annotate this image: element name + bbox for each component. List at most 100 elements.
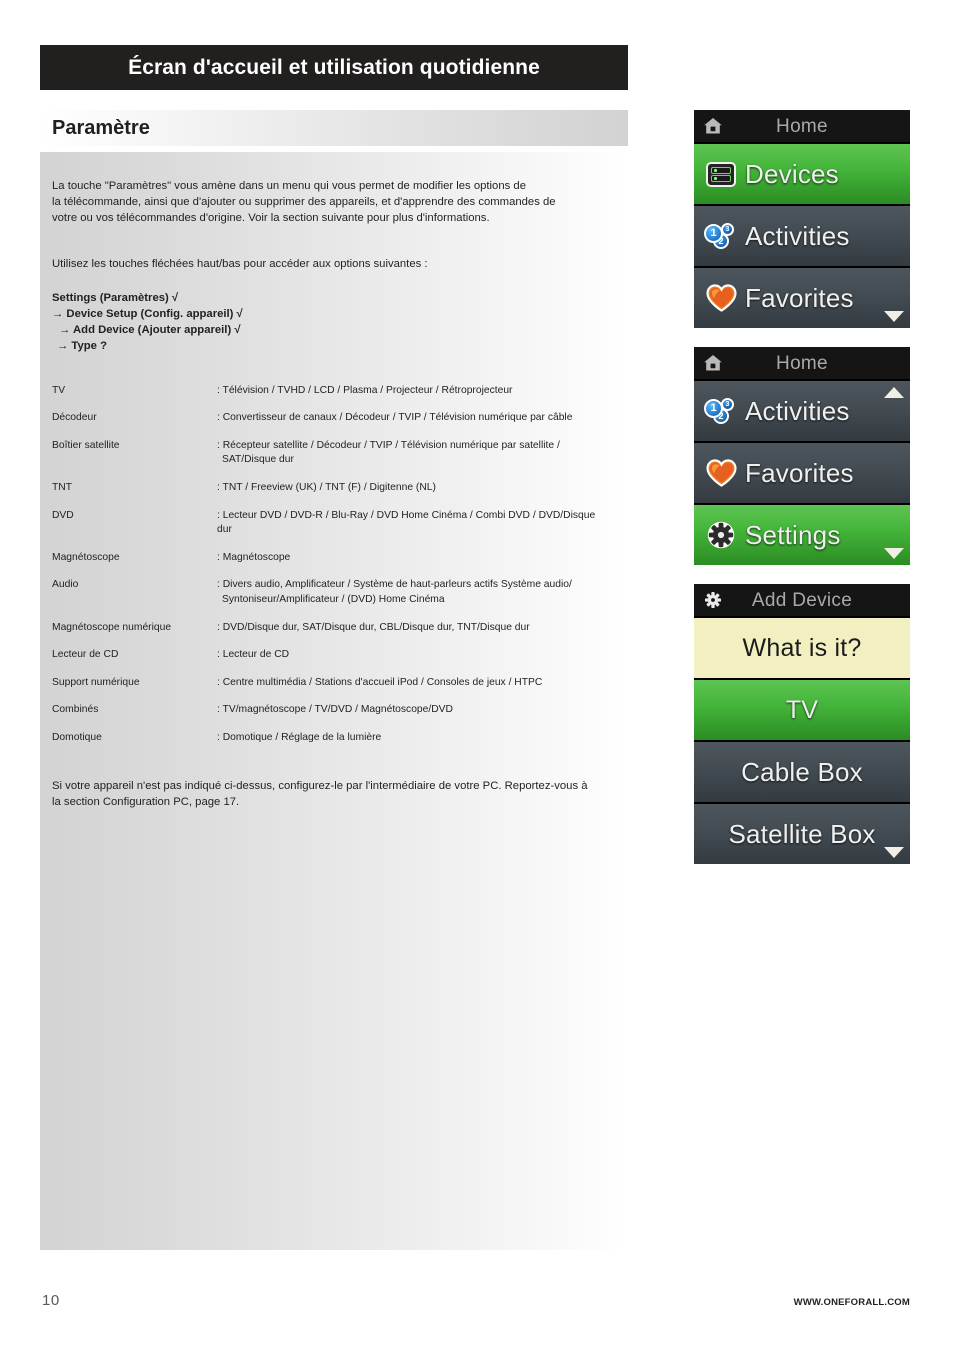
- device-name: TNT: [52, 482, 73, 493]
- page-title-bar: Écran d'accueil et utilisation quotidien…: [40, 45, 628, 90]
- device-name: Lecteur de CD: [52, 649, 119, 661]
- step-item-3: → Add Device (Ajouter appareil) √: [59, 324, 241, 337]
- closing-line-1: Si votre appareil n'est pas indiqué ci-d…: [52, 779, 588, 792]
- scroll-up-arrow-icon[interactable]: [884, 387, 904, 398]
- device-description-line1: : Lecteur de CD: [217, 649, 290, 661]
- screen-row-label: What is it?: [742, 633, 862, 662]
- screen-row-favorites[interactable]: Favorites: [694, 266, 910, 328]
- device-name: Magnétoscope: [52, 551, 120, 563]
- closing-paragraph: Si votre appareil n'est pas indiqué ci-d…: [52, 778, 606, 810]
- step-item-4: → Type ?: [57, 340, 108, 353]
- screen-title: Add Device: [751, 589, 853, 611]
- screen-row-devices[interactable]: Devices: [694, 142, 910, 204]
- step-item-1: Settings (Paramètres) √: [52, 291, 179, 304]
- screen-row-cable-box[interactable]: Cable Box: [694, 740, 910, 802]
- screen-header: Add Device: [694, 584, 910, 616]
- table-row: Domotique : Domotique / Réglage de la lu…: [52, 731, 606, 746]
- device-type-table: TV : Télévision / TVHD / LCD / Plasma / …: [52, 384, 606, 746]
- table-row: Magnétoscope numérique : DVD/Disque dur,…: [52, 621, 606, 649]
- home-icon: [703, 116, 723, 136]
- table-row: TV : Télévision / TVHD / LCD / Plasma / …: [52, 384, 606, 412]
- device-description-line1: : Magnétoscope: [217, 551, 291, 563]
- activity-badge-1: 1: [704, 399, 723, 418]
- gear-icon: [704, 518, 738, 552]
- device-description: : Convertisseur de canaux / Décodeur / T…: [217, 411, 606, 439]
- device-name: TV: [52, 384, 66, 396]
- table-row: Support numérique : Centre multimédia / …: [52, 676, 606, 704]
- device-description-line1: : Convertisseur de canaux / Décodeur / T…: [217, 412, 573, 424]
- home-icon: [703, 353, 723, 373]
- devices-icon: [704, 157, 738, 191]
- scroll-down-arrow-icon[interactable]: [884, 847, 904, 858]
- table-row: TNT : TNT / Freeview (UK) / TNT (F) / Di…: [52, 481, 606, 509]
- intro-paragraph: La touche "Paramètres" vous amène dans u…: [52, 178, 606, 227]
- screen-row-label: Favorites: [745, 283, 854, 313]
- screen-row-prompt: What is it?: [694, 616, 910, 678]
- device-name: Support numérique: [52, 676, 140, 688]
- scroll-down-arrow-icon[interactable]: [884, 548, 904, 559]
- screen-row-tv[interactable]: TV: [694, 678, 910, 740]
- device-description-line1: : TV/magnétoscope / TV/DVD / Magnétoscop…: [217, 704, 453, 716]
- heart-icon: [704, 456, 738, 490]
- device-description: : Télévision / TVHD / LCD / Plasma / Pro…: [217, 384, 606, 412]
- device-description: : Divers audio, Amplificateur / Système …: [217, 578, 606, 620]
- screen-row-satellite-box[interactable]: Satellite Box: [694, 802, 910, 864]
- screen-row-label: Cable Box: [741, 757, 863, 787]
- section-heading: Paramètre: [52, 116, 150, 139]
- screen-row-settings[interactable]: Settings: [694, 503, 910, 565]
- device-description-line2: SAT/Disque dur: [222, 454, 294, 466]
- screen-row-label: Favorites: [745, 458, 854, 488]
- device-description-line1: : Télévision / TVHD / LCD / Plasma / Pro…: [217, 384, 513, 396]
- device-name: Combinés: [52, 704, 99, 716]
- intro-line-3: votre ou vos télécommandes d'origine. Vo…: [52, 212, 490, 225]
- activities-icon: 3 2 1: [704, 219, 738, 253]
- device-description-line1: : Domotique / Réglage de la lumière: [217, 731, 382, 743]
- screen-row-label: Settings: [745, 520, 841, 550]
- screen-row-label: Satellite Box: [728, 819, 876, 849]
- screen-title: Home: [776, 115, 828, 137]
- intro-line-2: la télécommande, ainsi que d'ajouter ou …: [52, 196, 556, 209]
- activities-icon: 3 2 1: [704, 394, 738, 428]
- device-description-line1: : Centre multimédia / Stations d'accueil…: [217, 676, 543, 688]
- content-panel: La touche "Paramètres" vous amène dans u…: [40, 152, 628, 1250]
- device-description: : Récepteur satellite / Décodeur / TVIP …: [217, 439, 606, 481]
- screen-row-favorites[interactable]: Favorites: [694, 441, 910, 503]
- device-type-table-body: TV : Télévision / TVHD / LCD / Plasma / …: [52, 384, 606, 746]
- device-description: : Lecteur DVD / DVD-R / Blu-Ray / DVD Ho…: [217, 509, 606, 551]
- remote-screen-mockups: Home Devices 3 2 1 Activities Favorites …: [694, 110, 910, 883]
- intro-line-1: La touche "Paramètres" vous amène dans u…: [52, 180, 526, 192]
- device-description: : TNT / Freeview (UK) / TNT (F) / Digite…: [217, 481, 606, 509]
- remote-screen-add-device: Add Device What is it? TV Cable Box Sate…: [694, 584, 910, 864]
- table-row: Décodeur : Convertisseur de canaux / Déc…: [52, 411, 606, 439]
- heart-icon: [704, 281, 738, 315]
- table-row: Combinés : TV/magnétoscope / TV/DVD / Ma…: [52, 703, 606, 731]
- device-description: : DVD/Disque dur, SAT/Disque dur, CBL/Di…: [217, 621, 606, 649]
- navigation-steps-list: Settings (Paramètres) √ → Device Setup (…: [52, 290, 606, 355]
- device-description-line2: Syntoniseur/Amplificateur / (DVD) Home C…: [222, 593, 445, 605]
- page-title: Écran d'accueil et utilisation quotidien…: [128, 56, 540, 79]
- screen-header: Home: [694, 110, 910, 142]
- screen-row-activities[interactable]: 3 2 1 Activities: [694, 379, 910, 441]
- screen-title: Home: [776, 352, 828, 374]
- screen-row-label: Devices: [745, 159, 839, 189]
- footer-website-url: WWW.ONEFORALL.COM: [793, 1297, 910, 1308]
- table-row: Boîtier satellite : Récepteur satellite …: [52, 439, 606, 481]
- device-description: : Centre multimédia / Stations d'accueil…: [217, 676, 606, 704]
- remote-screen-home-devices: Home Devices 3 2 1 Activities Favorites: [694, 110, 910, 328]
- scroll-down-arrow-icon[interactable]: [884, 311, 904, 322]
- device-name: DVD: [52, 509, 74, 521]
- screen-row-label: TV: [785, 695, 819, 724]
- table-row: DVD : Lecteur DVD / DVD-R / Blu-Ray / DV…: [52, 509, 606, 551]
- page-number: 10: [42, 1292, 60, 1309]
- screen-row-label: Activities: [745, 396, 850, 426]
- device-description-line1: : Récepteur satellite / Décodeur / TVIP …: [217, 439, 560, 451]
- gear-icon: [703, 590, 723, 610]
- device-description-line1: : Lecteur DVD / DVD-R / Blu-Ray / DVD Ho…: [217, 509, 596, 536]
- device-name: Boîtier satellite: [52, 439, 120, 451]
- instruction-paragraph: Utilisez les touches fléchées haut/bas p…: [52, 257, 428, 270]
- table-row: Audio : Divers audio, Amplificateur / Sy…: [52, 578, 606, 620]
- screen-row-activities[interactable]: 3 2 1 Activities: [694, 204, 910, 266]
- closing-line-2: la section Configuration PC, page 17.: [52, 795, 240, 808]
- table-row: Magnétoscope : Magnétoscope: [52, 551, 606, 579]
